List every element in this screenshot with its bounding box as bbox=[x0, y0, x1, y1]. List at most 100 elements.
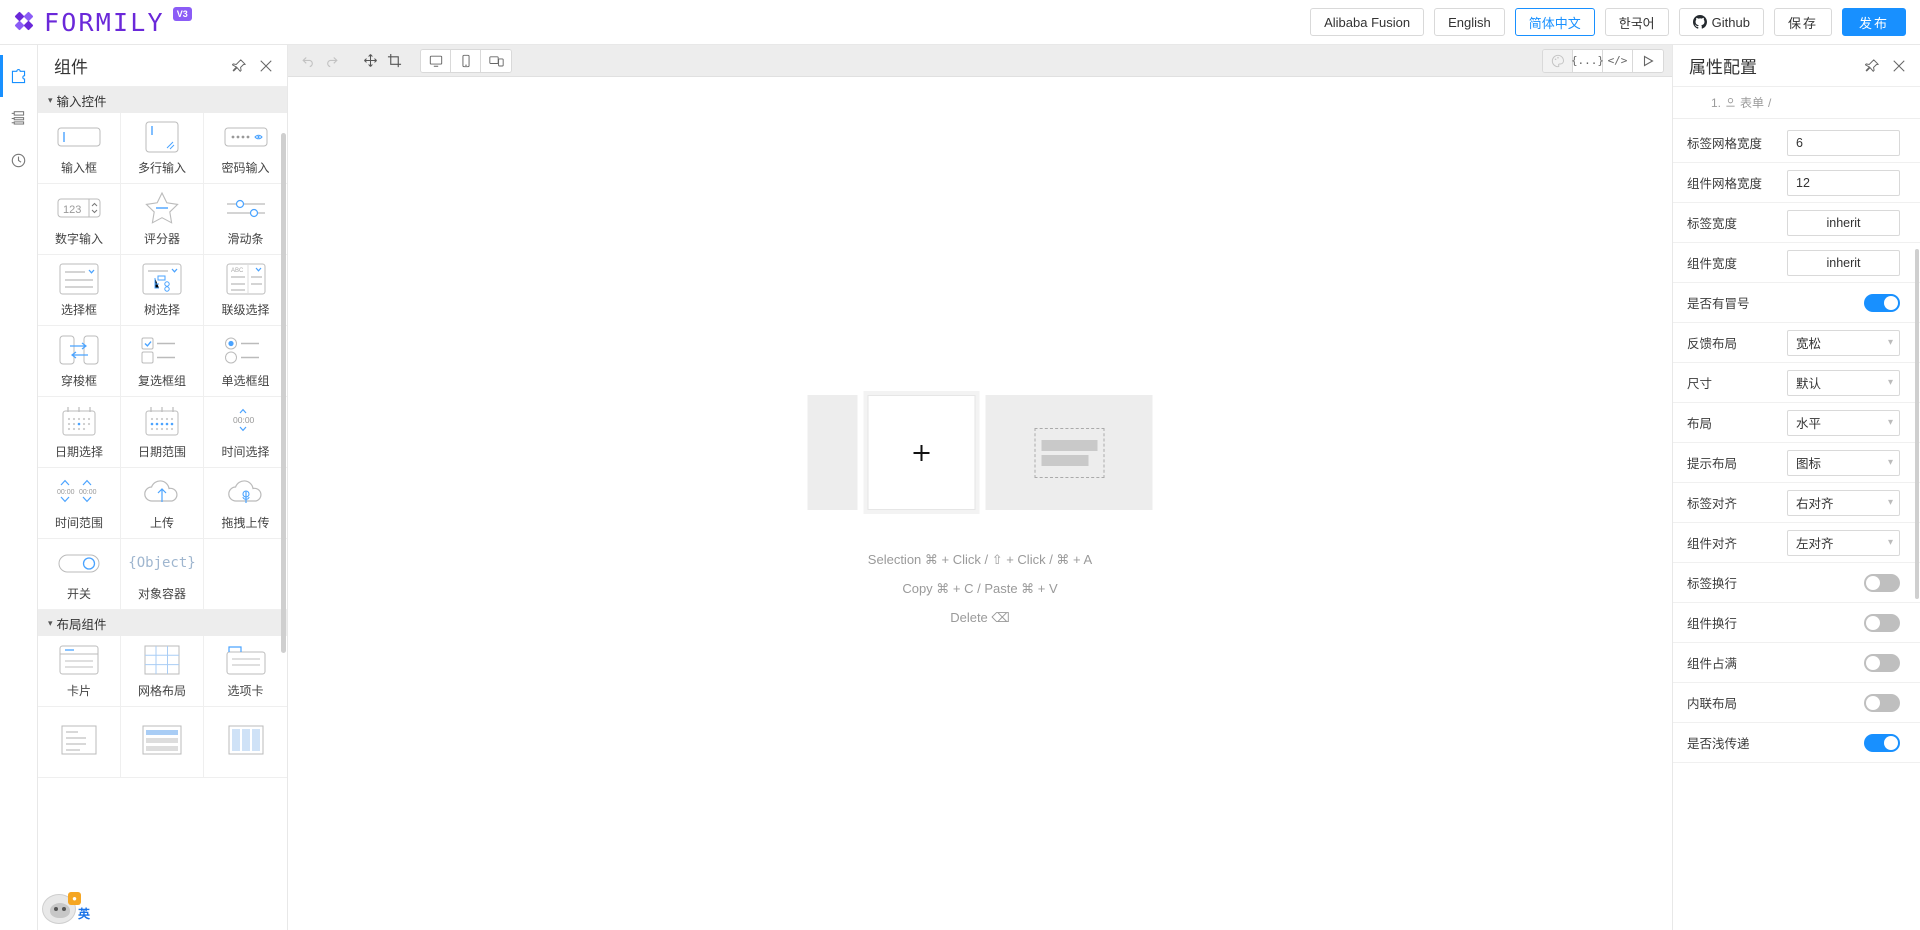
label-wrap-toggle[interactable] bbox=[1864, 574, 1900, 592]
group-header-layout-components[interactable]: ▾ 布局组件 bbox=[38, 610, 287, 636]
property-row: 标签换行 bbox=[1673, 563, 1920, 603]
component-item-radio-group[interactable]: 单选框组 bbox=[204, 326, 287, 397]
component-item-input[interactable]: 输入框 bbox=[38, 113, 121, 184]
property-row: 提示布局 图标 ▾ bbox=[1673, 443, 1920, 483]
logo-version-badge: V3 bbox=[173, 7, 192, 21]
component-item-drag-upload[interactable]: 拖拽上传 bbox=[204, 468, 287, 539]
component-label: 评分器 bbox=[144, 230, 180, 247]
property-row: 组件网格宽度 12 bbox=[1673, 163, 1920, 203]
theme-alibaba-fusion-button[interactable]: Alibaba Fusion bbox=[1310, 8, 1424, 36]
feedback-layout-select[interactable]: 宽松 ▾ bbox=[1787, 330, 1900, 356]
component-item-date-picker[interactable]: 日期选择 bbox=[38, 397, 121, 468]
drag-ghost-group bbox=[808, 395, 1153, 510]
component-item-card[interactable]: 卡片 bbox=[38, 636, 121, 707]
component-item-checkbox-group[interactable]: 复选框组 bbox=[121, 326, 204, 397]
component-item-time-picker[interactable]: 00:00 时间选择 bbox=[204, 397, 287, 468]
wrapper-grid-width-field[interactable]: 12 bbox=[1787, 170, 1900, 196]
component-item-object-container[interactable]: {Object} 对象容器 bbox=[121, 539, 204, 610]
github-icon bbox=[1693, 15, 1707, 29]
component-item-upload[interactable]: 上传 bbox=[121, 468, 204, 539]
colon-toggle[interactable] bbox=[1864, 294, 1900, 312]
component-item-grid-layout[interactable]: 网格布局 bbox=[121, 636, 204, 707]
crop-frame-button[interactable] bbox=[382, 50, 406, 72]
properties-list[interactable]: 标签网格宽度 6 组件网格宽度 12 标签宽度 inherit 组件宽度 inh… bbox=[1673, 119, 1920, 930]
component-item-switch[interactable]: 开关 bbox=[38, 539, 121, 610]
lang-english-button[interactable]: English bbox=[1434, 8, 1505, 36]
group-header-input-controls[interactable]: ▾ 输入控件 bbox=[38, 87, 287, 113]
chevron-down-icon: ▾ bbox=[1888, 537, 1893, 548]
drag-upload-icon bbox=[226, 475, 266, 509]
breadcrumb-label[interactable]: 表单 bbox=[1740, 94, 1764, 111]
component-label: 联级选择 bbox=[221, 301, 269, 318]
component-item-slider[interactable]: 滑动条 bbox=[204, 184, 287, 255]
crop-frame-icon bbox=[387, 53, 402, 68]
component-item-textarea[interactable]: 多行输入 bbox=[121, 113, 204, 184]
redo-button[interactable] bbox=[320, 50, 344, 72]
design-canvas[interactable]: Selection ⌘ + Click / ⇧ + Click / ⌘ + A … bbox=[288, 77, 1672, 930]
component-label: 数字输入 bbox=[55, 230, 103, 247]
desktop-view-button[interactable] bbox=[421, 50, 451, 72]
drag-preview-panel bbox=[986, 395, 1153, 510]
code-view-button[interactable]: </> bbox=[1603, 50, 1633, 72]
responsive-view-button[interactable] bbox=[481, 50, 511, 72]
component-item-cascader[interactable]: ABC 联级选择 bbox=[204, 255, 287, 326]
mobile-view-button[interactable] bbox=[451, 50, 481, 72]
save-button[interactable]: 保存 bbox=[1774, 8, 1832, 36]
component-item-select[interactable]: 选择框 bbox=[38, 255, 121, 326]
component-item-tree-select[interactable]: 树选择 bbox=[121, 255, 204, 326]
sidebar-item-history[interactable] bbox=[0, 139, 38, 181]
component-item-transfer[interactable]: 穿梭框 bbox=[38, 326, 121, 397]
publish-button[interactable]: 发布 bbox=[1842, 8, 1906, 36]
component-item-tabs[interactable]: 选项卡 bbox=[204, 636, 287, 707]
wrapper-align-select[interactable]: 左对齐 ▾ bbox=[1787, 530, 1900, 556]
components-scroll-area[interactable]: ▾ 输入控件 输入框 多行输入 bbox=[38, 87, 287, 930]
component-item-date-range[interactable]: 日期范围 bbox=[121, 397, 204, 468]
theme-preview-button[interactable] bbox=[1543, 50, 1573, 72]
inline-layout-toggle[interactable] bbox=[1864, 694, 1900, 712]
label-grid-width-field[interactable]: 6 bbox=[1787, 130, 1900, 156]
properties-scrollbar[interactable] bbox=[1915, 249, 1919, 599]
undo-button[interactable] bbox=[296, 50, 320, 72]
component-label: 日期选择 bbox=[55, 443, 103, 460]
close-icon[interactable] bbox=[1892, 59, 1906, 73]
component-item-form-step[interactable] bbox=[121, 707, 204, 778]
size-select[interactable]: 默认 ▾ bbox=[1787, 370, 1900, 396]
pin-icon[interactable] bbox=[1865, 59, 1879, 73]
component-label: 密码输入 bbox=[221, 159, 269, 176]
component-item-time-range[interactable]: 00:0000:00 时间范围 bbox=[38, 468, 121, 539]
ime-indicator[interactable]: ● 英 bbox=[42, 894, 90, 924]
number-input-icon: 123 bbox=[57, 191, 101, 225]
github-button[interactable]: Github bbox=[1679, 8, 1764, 36]
wrapper-width-field[interactable]: inherit bbox=[1787, 250, 1900, 276]
preview-play-button[interactable] bbox=[1633, 50, 1663, 72]
drop-target-box[interactable] bbox=[868, 395, 976, 510]
components-scrollbar[interactable] bbox=[281, 133, 286, 653]
component-item-password[interactable]: 密码输入 bbox=[204, 113, 287, 184]
wrapper-wrap-toggle[interactable] bbox=[1864, 614, 1900, 632]
component-item-form-collapse[interactable] bbox=[38, 707, 121, 778]
layout-select[interactable]: 水平 ▾ bbox=[1787, 410, 1900, 436]
tooltip-layout-select[interactable]: 图标 ▾ bbox=[1787, 450, 1900, 476]
json-schema-button[interactable]: {...} bbox=[1573, 50, 1603, 72]
shallow-toggle[interactable] bbox=[1864, 734, 1900, 752]
component-item-rate[interactable]: 评分器 bbox=[121, 184, 204, 255]
label-width-field[interactable]: inherit bbox=[1787, 210, 1900, 236]
lang-korean-button[interactable]: 한국어 bbox=[1605, 8, 1669, 36]
close-icon[interactable] bbox=[259, 59, 273, 73]
pin-icon[interactable] bbox=[232, 59, 246, 73]
property-row: 组件宽度 inherit bbox=[1673, 243, 1920, 283]
property-row: 是否有冒号 bbox=[1673, 283, 1920, 323]
play-triangle-icon bbox=[1642, 55, 1654, 67]
full-width-toggle[interactable] bbox=[1864, 654, 1900, 672]
drag-move-button[interactable] bbox=[358, 50, 382, 72]
chevron-down-icon: ▾ bbox=[1888, 497, 1893, 508]
lang-simplified-chinese-button[interactable]: 简体中文 bbox=[1515, 8, 1595, 36]
input-box-icon bbox=[57, 120, 101, 154]
label-align-select[interactable]: 右对齐 ▾ bbox=[1787, 490, 1900, 516]
component-item-number-picker[interactable]: 123 数字输入 bbox=[38, 184, 121, 255]
chevron-down-icon: ▾ bbox=[1888, 457, 1893, 468]
component-item-form-columns[interactable] bbox=[204, 707, 287, 778]
sidebar-item-components[interactable] bbox=[0, 55, 38, 97]
component-label: 复选框组 bbox=[138, 372, 186, 389]
sidebar-item-outline-tree[interactable] bbox=[0, 97, 38, 139]
